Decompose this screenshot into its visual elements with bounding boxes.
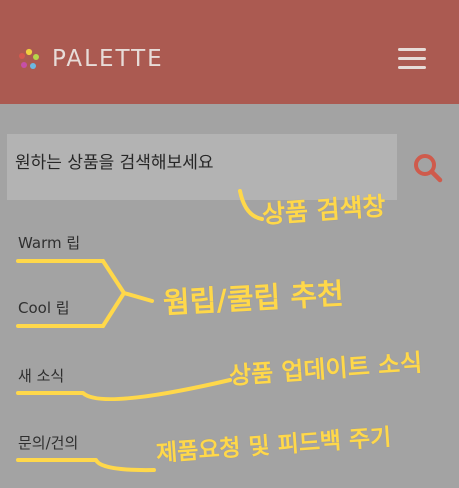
search-annotation: 상품 검색창 — [261, 191, 387, 229]
feedback-callout-line — [16, 458, 156, 473]
nav-item-news[interactable]: 새 소식 — [18, 366, 64, 386]
menu-button[interactable] — [398, 45, 428, 73]
search-input[interactable] — [15, 149, 340, 177]
search-button[interactable] — [410, 150, 444, 184]
hamburger-menu-icon-middle — [398, 57, 426, 60]
nav-item-warm-lip[interactable]: Warm 립 — [18, 233, 80, 253]
logo-dot-green — [33, 54, 39, 60]
logo-dot-blue — [30, 63, 36, 69]
news-annotation: 상품 업데이트 소식 — [228, 348, 424, 390]
hamburger-menu-icon-bottom — [398, 66, 426, 69]
search-icon — [414, 154, 443, 183]
nav-item-cool-lip[interactable]: Cool 립 — [18, 298, 70, 318]
logo-dot-red — [19, 53, 25, 59]
nav-item-inquiry[interactable]: 문의/건의 — [18, 433, 78, 453]
mobile-app-screen: PALETTE Warm 립 Cool 립 새 소식 문의/건의 상품 검색창 … — [0, 0, 459, 488]
palette-logo-icon — [19, 48, 39, 69]
brand-name: PALETTE — [52, 45, 164, 72]
feedback-annotation: 제품요청 및 피드백 주기 — [155, 424, 393, 467]
logo-dot-yellow — [25, 48, 33, 56]
top-header: PALETTE — [0, 0, 459, 104]
recommend-annotation: 웜립/쿨립 추천 — [162, 276, 345, 320]
logo-dot-purple — [21, 62, 27, 68]
brand[interactable]: PALETTE — [18, 42, 164, 76]
hamburger-menu-icon-top — [398, 48, 426, 51]
recommend-callout-line — [101, 259, 154, 328]
